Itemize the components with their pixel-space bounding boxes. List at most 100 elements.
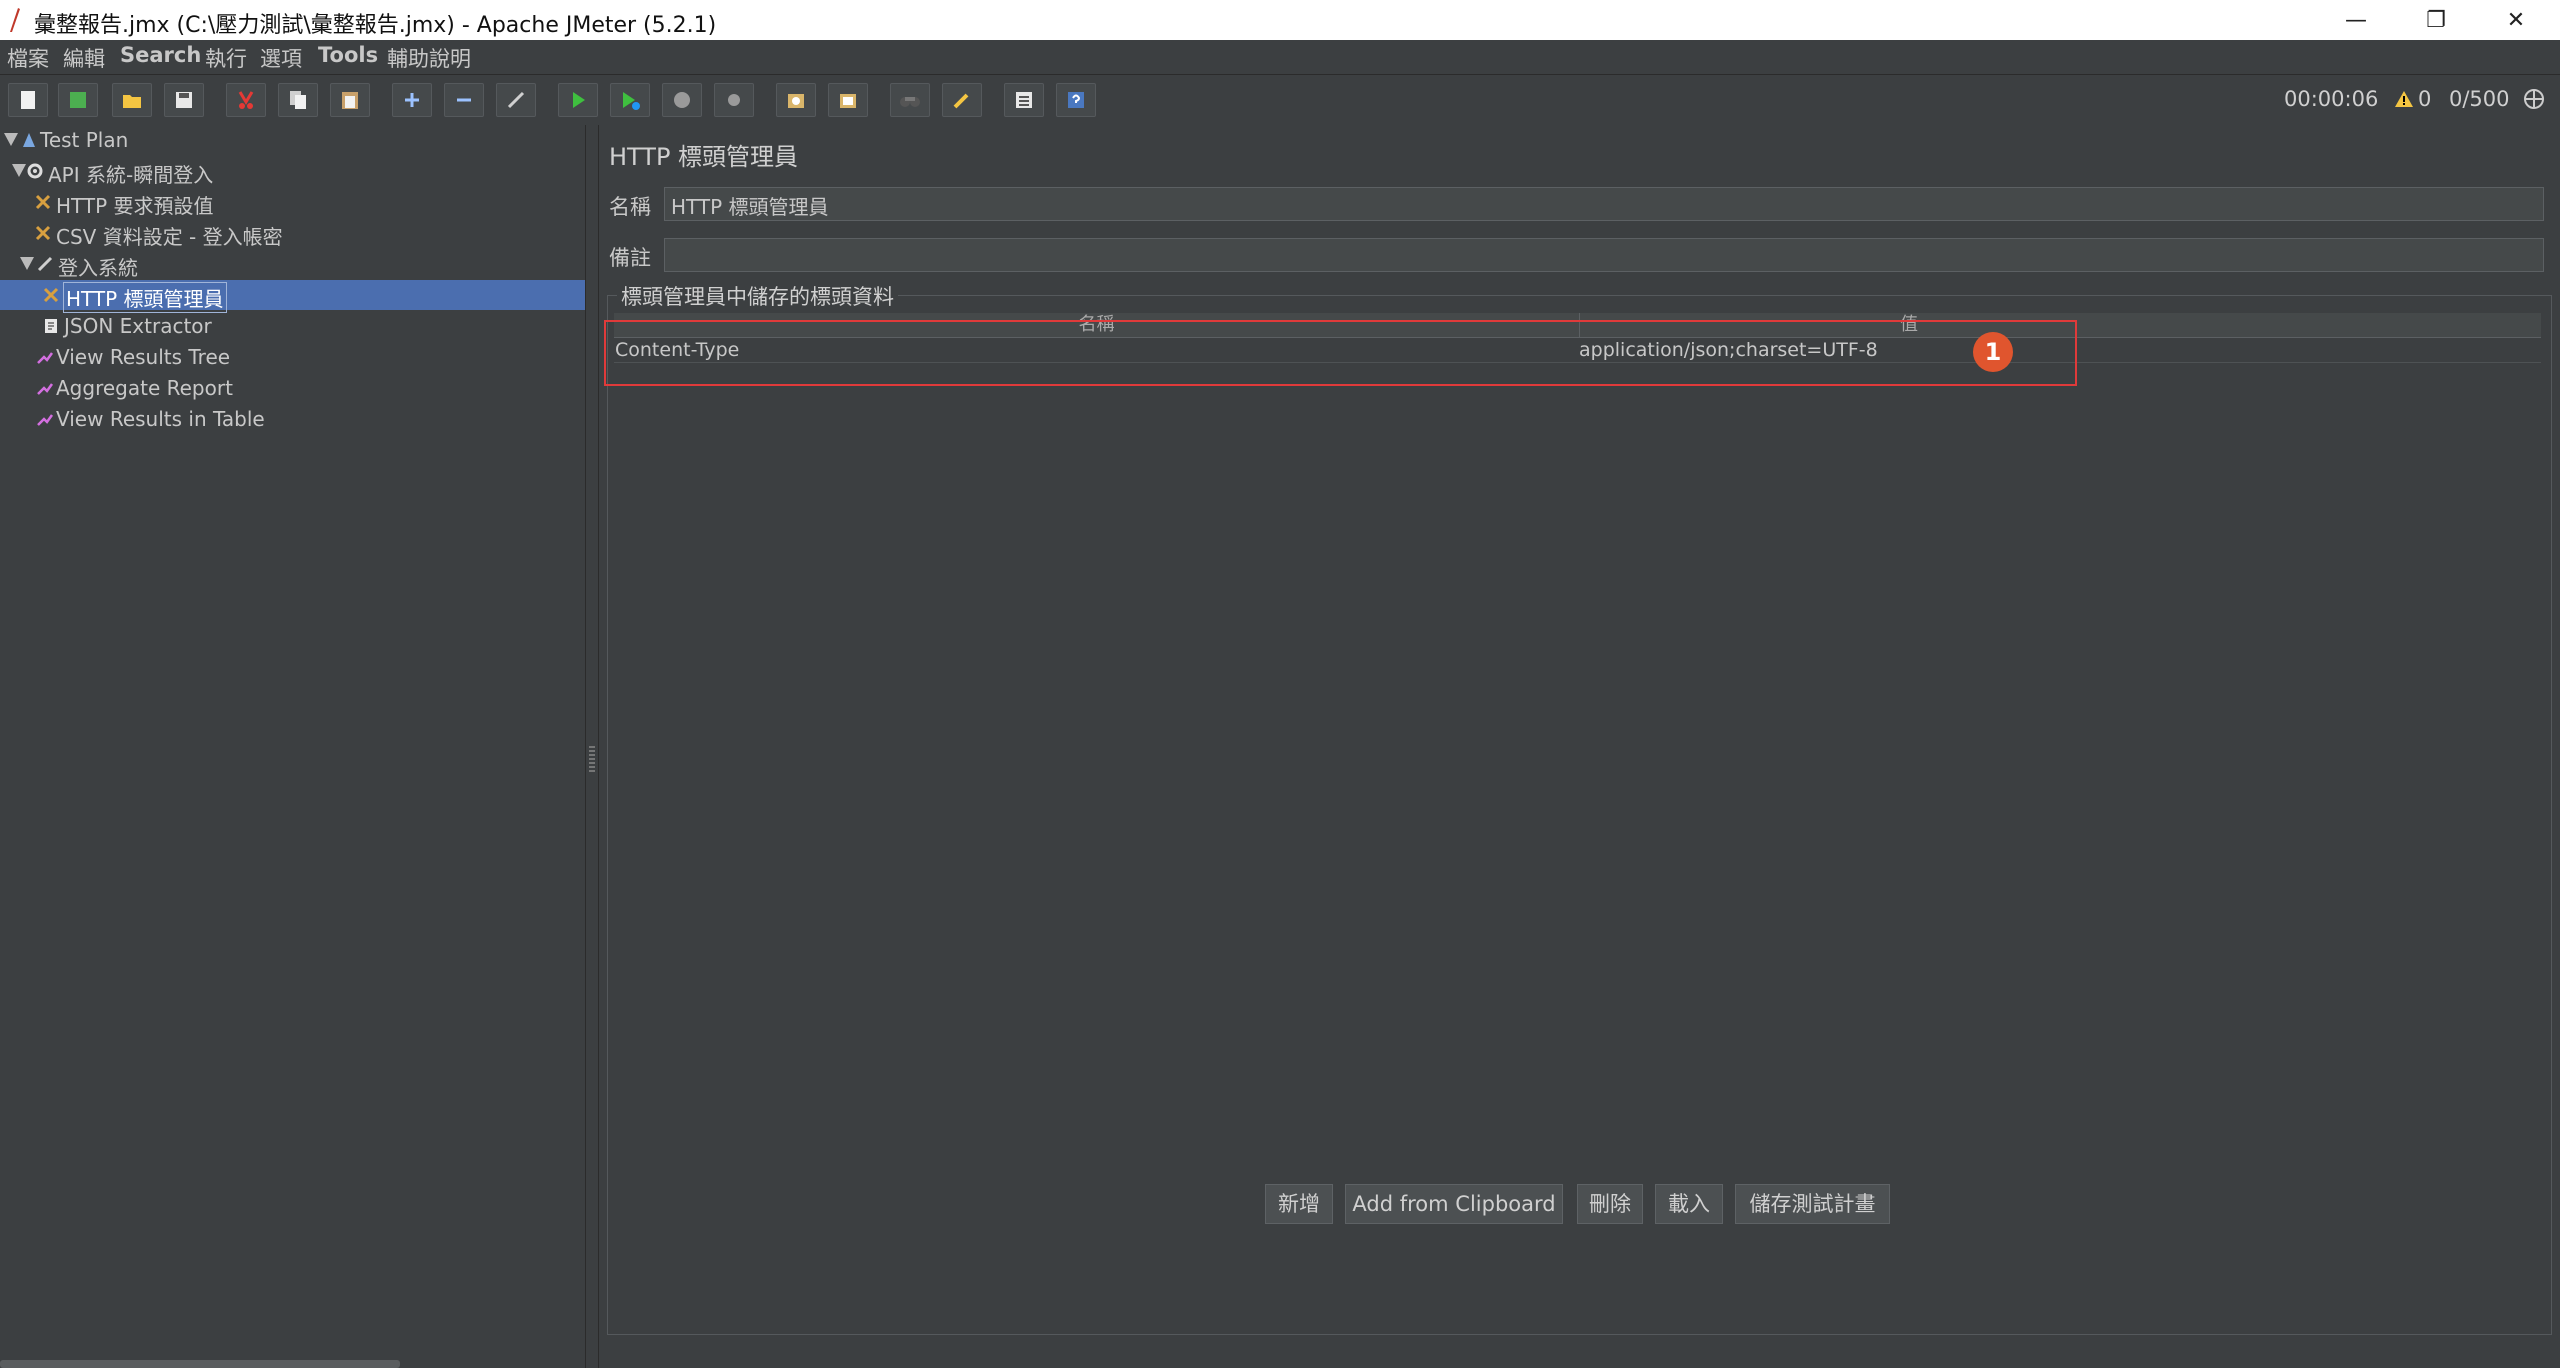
warning-icon[interactable] xyxy=(2394,89,2414,109)
binoculars-icon xyxy=(900,97,920,107)
toggle-button[interactable] xyxy=(496,83,536,117)
reset-search-button[interactable] xyxy=(942,83,982,117)
tree-item-thread-group[interactable]: API 系統-瞬間登入 xyxy=(0,156,585,187)
header-value-cell[interactable]: application/json;charset=UTF-8 xyxy=(1579,338,1878,362)
test-plan-icon xyxy=(23,133,35,147)
menu-options[interactable]: 選項 xyxy=(260,43,302,73)
config-element-icon xyxy=(43,287,59,303)
help-button[interactable] xyxy=(1056,83,1096,117)
shutdown-icon xyxy=(728,94,740,106)
toggle-icon xyxy=(507,91,525,109)
tree-item-view-results-table[interactable]: View Results in Table xyxy=(0,404,585,434)
active-threads: 0/500 xyxy=(2449,87,2510,111)
function-helper-button[interactable] xyxy=(1004,83,1044,117)
templates-icon xyxy=(70,92,86,108)
menu-help[interactable]: 輔助說明 xyxy=(387,43,471,73)
tree-item-view-results-tree[interactable]: View Results Tree xyxy=(0,342,585,372)
header-manager-panel: HTTP 標頭管理員 名稱 HTTP 標頭管理員 備註 標頭管理員中儲存的標頭資… xyxy=(599,125,2560,1368)
cut-icon xyxy=(238,91,254,109)
menu-search[interactable]: Search xyxy=(120,43,201,67)
divider-grip-icon[interactable] xyxy=(588,745,596,773)
search-button[interactable] xyxy=(890,83,930,117)
remote-status-icon xyxy=(2524,89,2544,109)
table-row[interactable]: Content-Type application/json;charset=UT… xyxy=(614,338,2541,363)
name-label: 名稱 xyxy=(609,195,651,219)
menu-tools[interactable]: Tools xyxy=(318,43,378,67)
stop-button[interactable] xyxy=(662,83,702,117)
tree-item-login-sampler[interactable]: 登入系統 xyxy=(0,249,585,280)
toolbar: 00:00:06 0 0/500 xyxy=(0,75,2560,126)
post-processor-icon xyxy=(45,319,57,333)
comment-label: 備註 xyxy=(609,246,651,270)
stop-icon xyxy=(674,92,690,108)
tree-item-http-defaults[interactable]: HTTP 要求預設值 xyxy=(0,187,585,218)
menu-file[interactable]: 檔案 xyxy=(7,43,49,73)
close-button[interactable]: ✕ xyxy=(2476,0,2556,40)
minimize-button[interactable]: — xyxy=(2316,0,2396,40)
column-header-name[interactable]: 名稱 xyxy=(614,313,1579,337)
tree-item-header-manager[interactable]: HTTP 標頭管理員 xyxy=(0,280,585,313)
copy-icon xyxy=(290,91,306,109)
delete-button[interactable]: 刪除 xyxy=(1577,1184,1643,1224)
cut-button[interactable] xyxy=(226,83,266,117)
split-pane-divider[interactable] xyxy=(586,125,599,1368)
name-input[interactable]: HTTP 標頭管理員 xyxy=(664,187,2544,221)
jmeter-feather-icon xyxy=(10,8,20,32)
expand-arrow-icon[interactable] xyxy=(20,257,34,270)
save-icon xyxy=(176,92,192,108)
load-button[interactable]: 載入 xyxy=(1655,1184,1723,1224)
headers-table-header: 名稱 值 xyxy=(614,313,2541,338)
menu-edit[interactable]: 編輯 xyxy=(63,43,105,73)
start-button[interactable] xyxy=(558,83,598,117)
expand-arrow-icon[interactable] xyxy=(4,133,18,146)
tree-horizontal-scrollbar[interactable] xyxy=(0,1360,400,1368)
save-test-plan-button[interactable]: 儲存測試計畫 xyxy=(1735,1184,1890,1224)
restore-button[interactable]: ❐ xyxy=(2396,0,2476,40)
listener-icon xyxy=(37,414,54,426)
config-element-icon xyxy=(35,225,51,241)
open-folder-icon xyxy=(123,95,141,108)
copy-button[interactable] xyxy=(278,83,318,117)
start-no-pauses-button[interactable] xyxy=(610,83,650,117)
shutdown-button[interactable] xyxy=(714,83,754,117)
tree-item-aggregate-report[interactable]: Aggregate Report xyxy=(0,373,585,403)
help-icon xyxy=(1068,92,1084,108)
play-no-pause-icon xyxy=(623,92,640,110)
warning-count: 0 xyxy=(2418,87,2432,111)
clear-button[interactable] xyxy=(776,83,816,117)
listener-icon xyxy=(37,383,54,395)
clear-all-icon xyxy=(840,94,856,108)
annotation-badge: 1 xyxy=(1973,332,2013,372)
menu-run[interactable]: 執行 xyxy=(205,43,247,73)
paste-button[interactable] xyxy=(330,83,370,117)
expand-button[interactable] xyxy=(392,83,432,117)
new-button[interactable] xyxy=(8,83,48,117)
config-element-icon xyxy=(35,194,51,210)
title-bar: 彙整報告.jmx (C:\壓力測試\彙整報告.jmx) - Apache JMe… xyxy=(0,0,2560,40)
comment-input[interactable] xyxy=(664,238,2544,272)
window-title: 彙整報告.jmx (C:\壓力測試\彙整報告.jmx) - Apache JMe… xyxy=(34,13,717,38)
open-button[interactable] xyxy=(112,83,152,117)
thread-group-icon xyxy=(27,163,43,179)
add-button[interactable]: 新增 xyxy=(1265,1184,1333,1224)
clear-all-button[interactable] xyxy=(828,83,868,117)
play-icon xyxy=(573,92,585,108)
expand-arrow-icon[interactable] xyxy=(12,164,26,177)
tree-item-csv-config[interactable]: CSV 資料設定 - 登入帳密 xyxy=(0,218,585,249)
collapse-button[interactable] xyxy=(444,83,484,117)
column-header-value[interactable]: 值 xyxy=(1580,313,2541,337)
add-from-clipboard-button[interactable]: Add from Clipboard xyxy=(1345,1184,1563,1224)
save-button[interactable] xyxy=(164,83,204,117)
tree-item-test-plan[interactable]: Test Plan xyxy=(0,125,585,155)
header-name-cell[interactable]: Content-Type xyxy=(615,338,739,362)
paste-icon xyxy=(342,92,358,109)
listener-icon xyxy=(37,352,54,364)
minus-icon xyxy=(457,98,471,102)
tree-item-json-extractor[interactable]: JSON Extractor xyxy=(0,311,585,341)
clear-icon xyxy=(788,94,804,108)
test-plan-tree[interactable]: Test Plan API 系統-瞬間登入 HTTP 要求預設值 CSV 資料設… xyxy=(0,125,586,1368)
plus-icon xyxy=(405,93,419,107)
templates-button[interactable] xyxy=(58,83,98,117)
headers-group-border xyxy=(607,295,2552,1335)
menu-bar: 檔案 編輯 Search 執行 選項 Tools 輔助說明 xyxy=(0,40,2560,75)
